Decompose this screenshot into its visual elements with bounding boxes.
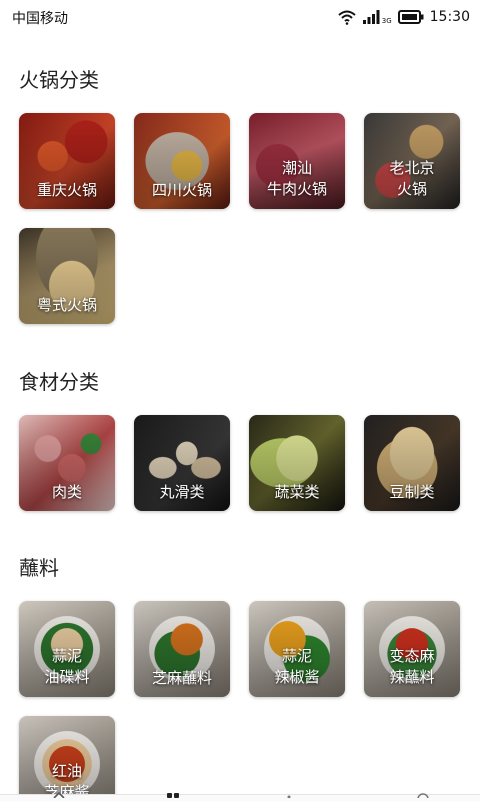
- battery-icon: [397, 10, 424, 24]
- category-tab-icon[interactable]: [166, 792, 180, 798]
- wifi-icon: [338, 10, 356, 25]
- tile-label: 蔬菜类: [274, 483, 320, 501]
- ingredient-tile-vegetables[interactable]: 蔬菜类: [249, 415, 345, 511]
- sauce-tile-extra-spicy[interactable]: 变态麻 辣蘸料: [364, 601, 460, 697]
- tile-label: 红油 芝麻酱: [44, 762, 90, 794]
- category-tile-chaoshan[interactable]: 潮汕 牛肉火锅: [249, 113, 345, 209]
- sauce-tile-garlic-chili[interactable]: 蒜泥 辣椒酱: [249, 601, 345, 697]
- section-title-hotpot-types: 火锅分类: [19, 68, 99, 92]
- tile-label: 丸滑类: [159, 483, 205, 501]
- tile-label: 蒜泥 油碟料: [44, 647, 90, 686]
- sauce-tile-garlic-oil[interactable]: 蒜泥 油碟料: [19, 601, 115, 697]
- tile-label: 粤式火锅: [36, 296, 97, 314]
- sauce-tile-sesame[interactable]: 芝麻蘸料: [134, 601, 230, 697]
- ingredient-tile-meat[interactable]: 肉类: [19, 415, 115, 511]
- tile-label: 潮汕 牛肉火锅: [266, 159, 327, 198]
- network-type: 3G: [381, 17, 392, 25]
- ingredient-tile-balls[interactable]: 丸滑类: [134, 415, 230, 511]
- tile-label: 肉类: [51, 483, 82, 501]
- category-tile-beijing[interactable]: 老北京 火锅: [364, 113, 460, 209]
- home-tab-icon[interactable]: [52, 792, 66, 798]
- tile-label: 老北京 火锅: [389, 159, 435, 198]
- discover-tab-icon[interactable]: [282, 792, 296, 798]
- category-tile-chongqing[interactable]: 重庆火锅: [19, 113, 115, 209]
- main-content[interactable]: 火锅分类 重庆火锅 四川火锅 潮汕 牛肉火锅 老北京 火锅 粤式火锅 食材分类 …: [0, 34, 480, 794]
- ingredient-tile-tofu[interactable]: 豆制类: [364, 415, 460, 511]
- clock: 15:30: [429, 9, 470, 25]
- tile-label: 变态麻 辣蘸料: [389, 647, 435, 686]
- tile-label: 蒜泥 辣椒酱: [274, 647, 320, 686]
- sauce-tile-chili-sesame[interactable]: 红油 芝麻酱: [19, 716, 115, 794]
- signal-icon: [362, 10, 380, 24]
- status-bar: 中国移动 3G 15:30: [0, 0, 480, 34]
- category-tile-sichuan[interactable]: 四川火锅: [134, 113, 230, 209]
- tile-label: 四川火锅: [151, 181, 212, 199]
- profile-tab-icon[interactable]: [416, 792, 430, 798]
- section-title-dipping-sauces: 蘸料: [19, 556, 59, 580]
- category-tile-cantonese[interactable]: 粤式火锅: [19, 228, 115, 324]
- tile-label: 芝麻蘸料: [151, 669, 212, 687]
- status-icons: 3G 15:30: [338, 7, 470, 27]
- tile-label: 重庆火锅: [36, 181, 97, 199]
- section-title-ingredients: 食材分类: [19, 370, 99, 394]
- carrier-name: 中国移动: [12, 11, 68, 27]
- tile-label: 豆制类: [389, 483, 435, 501]
